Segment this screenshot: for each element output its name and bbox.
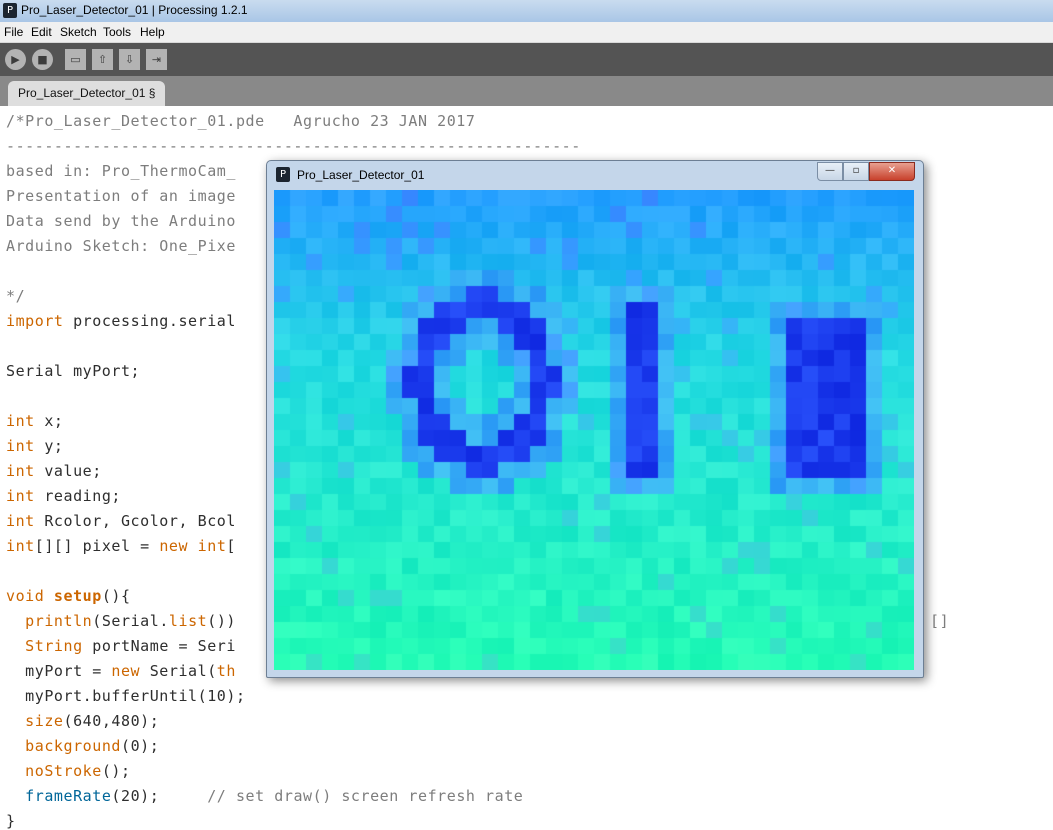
- close-icon[interactable]: ✕: [869, 162, 915, 181]
- code-line: background(0);: [25, 737, 160, 755]
- code-line: frameRate(20); // set draw() screen refr…: [25, 787, 524, 805]
- menu-sketch[interactable]: Sketch: [60, 25, 97, 39]
- sketch-window[interactable]: P Pro_Laser_Detector_01 — ▫ ✕: [266, 160, 924, 678]
- code-line: import processing.serial: [6, 312, 236, 330]
- menu-file[interactable]: File: [4, 25, 23, 39]
- code-line: ----------------------------------------…: [6, 137, 581, 155]
- code-line: Arduino Sketch: One_Pixe: [6, 237, 236, 255]
- code-line: Serial myPort;: [6, 362, 141, 380]
- processing-app-icon: P: [3, 3, 17, 18]
- sketch-window-title: Pro_Laser_Detector_01: [297, 168, 425, 182]
- code-line: int[][] pixel = new int[: [6, 537, 236, 555]
- save-icon[interactable]: ⇩: [119, 49, 140, 70]
- code-line: Presentation of an image: [6, 187, 236, 205]
- title-bar: P Pro_Laser_Detector_01 | Processing 1.2…: [0, 0, 1053, 22]
- code-line: int x;: [6, 412, 64, 430]
- code-line: noStroke();: [25, 762, 131, 780]
- open-icon[interactable]: ⇧: [92, 49, 113, 70]
- new-icon[interactable]: ▭: [65, 49, 86, 70]
- tab-bar: Pro_Laser_Detector_01 §: [0, 76, 1053, 106]
- stop-icon[interactable]: ■: [32, 49, 53, 70]
- code-line: size(640,480);: [25, 712, 160, 730]
- run-icon[interactable]: ▶: [5, 49, 26, 70]
- processing-app-icon: P: [276, 167, 290, 182]
- code-line: myPort.bufferUntil(10);: [6, 687, 246, 705]
- menu-help[interactable]: Help: [140, 25, 165, 39]
- code-line: */: [6, 287, 26, 305]
- toolbar: ▶ ■ ▭ ⇧ ⇩ ⇥: [0, 43, 1053, 76]
- code-line: int Rcolor, Gcolor, Bcol: [6, 512, 236, 530]
- code-line: int reading;: [6, 487, 121, 505]
- tab-sketch[interactable]: Pro_Laser_Detector_01 §: [8, 81, 166, 106]
- maximize-icon[interactable]: ▫: [843, 162, 869, 181]
- code-line: myPort = new Serial(th: [6, 662, 236, 680]
- code-line: }: [6, 812, 16, 830]
- code-line: int value;: [6, 462, 102, 480]
- code-line: /*Pro_Laser_Detector_01.pde Agrucho 23 J…: [6, 112, 476, 130]
- code-line: String portName = Seri: [25, 637, 236, 655]
- code-line: void setup(){: [6, 587, 131, 605]
- code-line: based in: Pro_ThermoCam_: [6, 162, 236, 180]
- code-line: Data send by the Arduino: [6, 212, 236, 230]
- menu-tools[interactable]: Tools: [103, 25, 131, 39]
- export-icon[interactable]: ⇥: [146, 49, 167, 70]
- menu-bar: File Edit Sketch Tools Help: [0, 22, 1053, 43]
- code-line-partial: []: [930, 612, 950, 630]
- laser-detector-pixel-display: [274, 190, 914, 670]
- minimize-icon[interactable]: —: [817, 162, 843, 181]
- code-line: println(Serial.list()): [25, 612, 236, 630]
- window-title: Pro_Laser_Detector_01 | Processing 1.2.1: [21, 3, 248, 17]
- code-line: int y;: [6, 437, 64, 455]
- menu-edit[interactable]: Edit: [31, 25, 52, 39]
